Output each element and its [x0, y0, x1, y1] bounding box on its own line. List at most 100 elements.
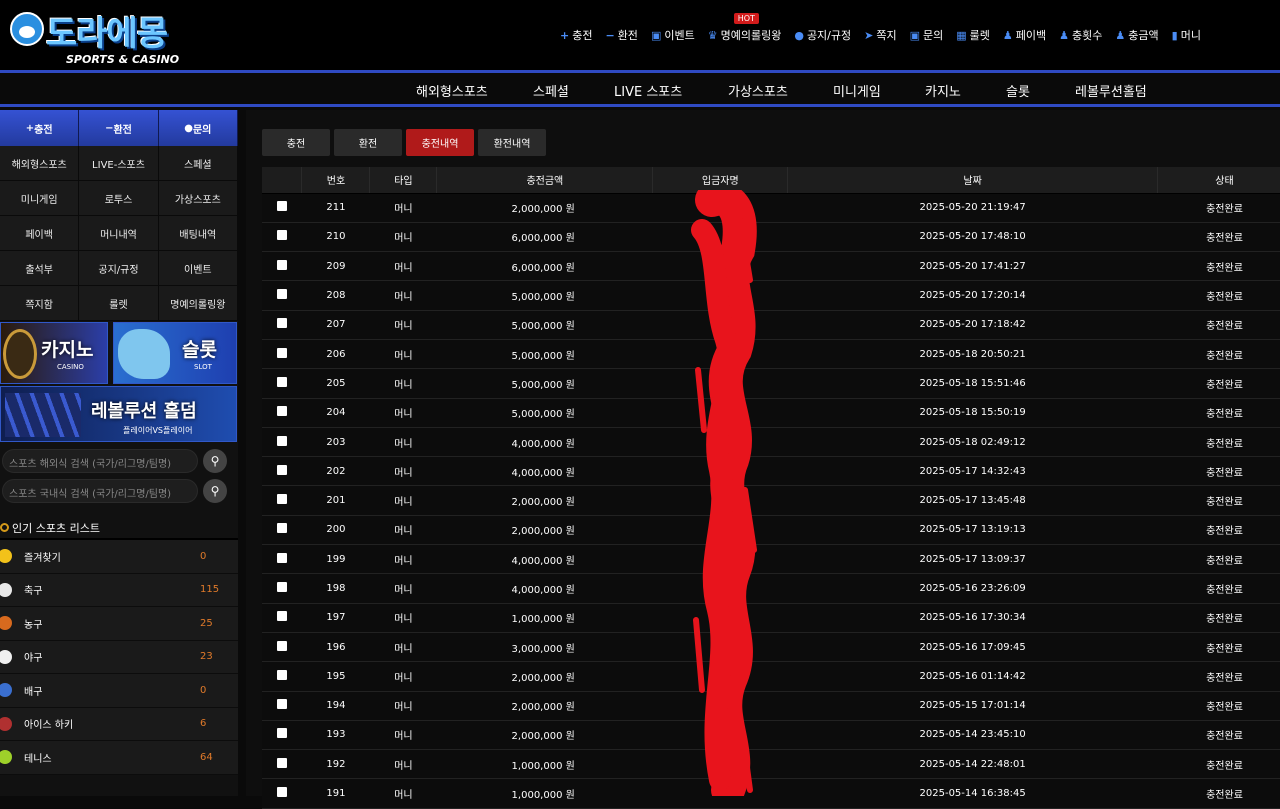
- topmenu-item-6[interactable]: ▣ 문의: [910, 27, 944, 43]
- row-checkbox[interactable]: [276, 289, 287, 300]
- sport-item[interactable]: 배구 0: [0, 674, 238, 708]
- sport-item[interactable]: 야구 23: [0, 640, 238, 674]
- topmenu-item-7[interactable]: ▦ 룰렛: [956, 27, 990, 43]
- nav-item-7[interactable]: 레볼루션홀덤: [1075, 81, 1147, 100]
- topmenu-item-2[interactable]: ▣ 이벤트: [651, 27, 695, 43]
- sidebar-menu-item-9[interactable]: 출석부: [0, 251, 80, 286]
- sidebar-menu-item-12[interactable]: 쪽지함: [0, 286, 80, 321]
- sidebar-menu-item-13[interactable]: 룰렛: [79, 286, 159, 321]
- sidebar-menu-item-0[interactable]: 해외형스포츠: [0, 146, 80, 181]
- nav-item-3[interactable]: 가상스포츠: [728, 81, 788, 100]
- sport-item[interactable]: 테니스 64: [0, 741, 238, 775]
- topmenu-item-11[interactable]: ▮ 머니: [1172, 27, 1201, 43]
- search-domestic-input[interactable]: 스포츠 국내식 검색 (국가/리그명/팀명): [2, 479, 198, 503]
- row-checkbox[interactable]: [276, 201, 287, 212]
- row-checkbox[interactable]: [276, 464, 287, 475]
- sport-item[interactable]: 즐겨찾기 0: [0, 540, 238, 574]
- topmenu-item-9[interactable]: ♟ 충횟수: [1059, 27, 1102, 43]
- sidebar-menu-item-4[interactable]: 로투스: [79, 181, 159, 216]
- topmenu-item-4[interactable]: ● 공지/규정: [794, 27, 851, 43]
- table-row: 193 머니 2,000,000 원 2025-05-14 23:45:10 충전완료: [262, 720, 1280, 751]
- amount-icon: ♟: [1115, 28, 1126, 42]
- sidebar-menu-item-6[interactable]: 페이백: [0, 216, 80, 251]
- table-row: 191 머니 1,000,000 원 2025-05-14 16:38:45 충전완료: [262, 778, 1280, 809]
- casino-banner[interactable]: 카지노 CASINO: [0, 322, 108, 384]
- nav-item-5[interactable]: 카지노: [925, 81, 961, 100]
- search-overseas-input[interactable]: 스포츠 해외식 검색 (국가/리그명/팀명): [2, 449, 198, 473]
- nav-item-0[interactable]: 해외형스포츠: [416, 81, 488, 100]
- sport-item[interactable]: 농구 25: [0, 607, 238, 641]
- row-date: 2025-05-17 14:32:43: [787, 456, 1158, 487]
- topmenu-item-5[interactable]: ➤ 쪽지: [864, 27, 896, 43]
- topmenu-label: 쪽지: [876, 29, 897, 42]
- holdem-banner[interactable]: 레볼루션 홀덤 플레이어VS플레이어: [0, 386, 237, 442]
- row-date: 2025-05-16 01:14:42: [787, 661, 1158, 692]
- row-checkbox[interactable]: [276, 699, 287, 710]
- row-checkbox[interactable]: [276, 494, 287, 505]
- row-amount: 4,000,000 원: [436, 573, 653, 604]
- row-checkbox[interactable]: [276, 757, 287, 768]
- sidebar-menu-item-3[interactable]: 미니게임: [0, 181, 80, 216]
- row-checkbox[interactable]: [276, 611, 287, 622]
- info-icon: ●: [794, 28, 804, 42]
- money-icon: ▮: [1171, 28, 1178, 42]
- button-icon: +: [25, 122, 35, 134]
- row-checkbox[interactable]: [276, 347, 287, 358]
- sidebar-menu-item-2[interactable]: 스페셜: [158, 146, 238, 181]
- row-type: 머니: [369, 661, 437, 692]
- sidebar-menu-item-14[interactable]: 명예의롤링왕: [158, 286, 238, 321]
- row-checkbox[interactable]: [276, 259, 287, 270]
- row-select-cell: [262, 222, 302, 253]
- sidebar-quick-button-0[interactable]: + 충전: [0, 110, 80, 146]
- topmenu-item-8[interactable]: ♟ 페이백: [1003, 27, 1046, 43]
- sidebar-quick-button-1[interactable]: − 환전: [79, 110, 159, 146]
- search-icon[interactable]: ⚲: [203, 479, 227, 503]
- topmenu-item-0[interactable]: + 충전: [560, 27, 592, 43]
- row-type: 머니: [369, 778, 437, 809]
- nav-item-6[interactable]: 슬롯: [1006, 81, 1030, 100]
- row-checkbox[interactable]: [276, 435, 287, 446]
- row-date: 2025-05-18 20:50:21: [787, 339, 1158, 370]
- sport-name: 야구: [24, 653, 43, 665]
- sidebar-menu-item-8[interactable]: 배팅내역: [158, 216, 238, 251]
- sidebar-menu-item-1[interactable]: LIVE-스포츠: [79, 146, 159, 181]
- row-checkbox[interactable]: [276, 552, 287, 563]
- sidebar-menu-item-11[interactable]: 이벤트: [158, 251, 238, 286]
- row-checkbox[interactable]: [276, 582, 287, 592]
- topmenu-item-3[interactable]: ♛ 명예의롤링왕 HOT: [708, 13, 781, 43]
- site-logo[interactable]: 도라에몽 SPORTS & CASINO: [6, 6, 206, 66]
- search-icon[interactable]: ⚲: [203, 449, 227, 473]
- row-checkbox[interactable]: [276, 230, 287, 241]
- row-number: 191: [301, 778, 370, 809]
- nav-item-4[interactable]: 미니게임: [833, 81, 881, 100]
- holdem-banner-title: 레볼루션 홀덤: [91, 401, 197, 422]
- sport-item[interactable]: 축구 115: [0, 573, 238, 607]
- nav-item-2[interactable]: LIVE 스포츠: [614, 81, 682, 100]
- topmenu-item-1[interactable]: − 환전: [605, 27, 637, 43]
- row-depositor: [652, 515, 788, 546]
- row-checkbox[interactable]: [276, 640, 287, 651]
- row-date: 2025-05-14 16:38:45: [787, 778, 1158, 809]
- nav-item-1[interactable]: 스페셜: [533, 81, 569, 100]
- row-date: 2025-05-17 13:45:48: [787, 485, 1158, 516]
- row-select-cell: [262, 603, 302, 633]
- row-checkbox[interactable]: [276, 523, 287, 534]
- table-row: 207 머니 5,000,000 원 2025-05-20 17:18:42 충전완료: [262, 310, 1280, 340]
- row-checkbox[interactable]: [276, 669, 287, 680]
- sidebar-menu-item-5[interactable]: 가상스포츠: [158, 181, 238, 216]
- sidebar-menu-item-7[interactable]: 머니내역: [79, 216, 159, 251]
- row-checkbox[interactable]: [276, 318, 287, 329]
- topmenu-item-10[interactable]: ♟ 충금액: [1115, 27, 1158, 43]
- sport-item[interactable]: 아이스 하키 6: [0, 707, 238, 741]
- row-checkbox[interactable]: [276, 376, 287, 387]
- tab-1[interactable]: 환전: [334, 129, 402, 156]
- row-type: 머니: [369, 339, 437, 370]
- slot-banner[interactable]: 슬롯 SLOT: [113, 322, 237, 384]
- sidebar-quick-button-2[interactable]: ● 문의: [158, 110, 238, 146]
- tab-0[interactable]: 충전: [262, 129, 330, 156]
- row-checkbox[interactable]: [276, 406, 287, 417]
- sidebar-menu-item-10[interactable]: 공지/규정: [79, 251, 159, 286]
- tab-2[interactable]: 충전내역: [406, 129, 474, 156]
- row-checkbox[interactable]: [276, 728, 287, 739]
- tab-3[interactable]: 환전내역: [478, 129, 546, 156]
